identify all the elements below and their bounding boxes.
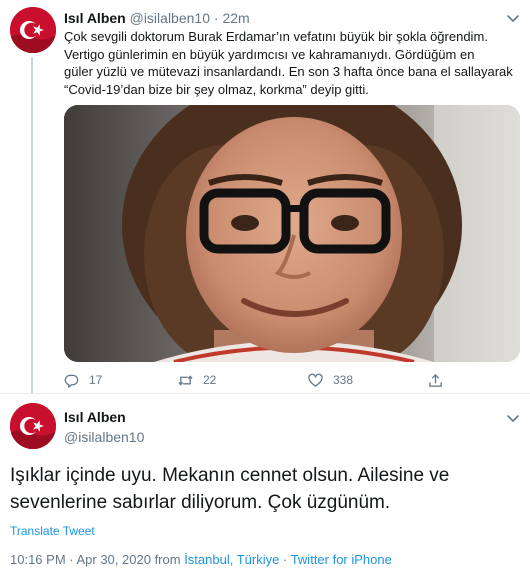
tweet-text-line: sevenlerine sabırlar diliyorum. Çok üzgü… [10,492,391,513]
chevron-down-icon[interactable] [506,11,520,25]
thread-line [31,57,33,393]
author-handle[interactable]: @isilalben10 [130,10,210,26]
reply-button[interactable]: 17 [64,371,102,389]
like-button[interactable]: 338 [308,371,353,389]
avatar[interactable] [10,7,56,53]
tweet-meta: 10:16 PM · Apr 30, 2020 from İstanbul, T… [10,551,392,568]
avatar[interactable] [10,403,56,449]
retweet-button[interactable]: 22 [178,371,216,389]
tweet-time[interactable]: 22m [222,10,249,26]
author-name[interactable]: Isıl Alben [64,10,126,26]
author-name[interactable]: Isıl Alben [64,408,126,427]
reply-icon [64,374,79,388]
chevron-down-icon[interactable] [506,411,520,425]
separator-dot: · [213,10,219,26]
tweet-text-line: güler yüzlü ve mütevazi insanlardandı. E… [64,64,513,79]
tweet-text: Çok sevgili doktorum Burak Erdamar’ın ve… [64,28,524,98]
tweet-actions: 17 22 338 [64,371,520,389]
author-handle[interactable]: @isilalben10 [64,428,144,447]
share-button[interactable] [428,371,453,389]
divider [0,393,530,394]
tweet-text-line: Vertigo günlerimin en büyük yardımcısı v… [64,46,475,62]
tweet-text-line: “Covid-19’dan bize bir şey olmaz, korkma… [64,81,369,97]
source-link[interactable]: Twitter for iPhone [291,552,392,567]
tweet-text-line: Işıklar içinde uyu. Mekanın cennet olsun… [10,465,450,486]
translate-tweet-link[interactable]: Translate Tweet [10,523,95,539]
location-link[interactable]: İstanbul, Türkiye [184,552,279,567]
tweet-text-line: Çok sevgili doktorum Burak Erdamar’ın ve… [64,29,488,44]
from-label: from [154,552,181,567]
like-count: 338 [333,373,354,387]
retweet-count: 22 [203,373,217,387]
tweet-text: Işıklar içinde uyu. Mekanın cennet olsun… [10,462,522,516]
reply-count: 17 [89,373,103,387]
separator-dot: · [282,552,288,567]
heart-icon [308,373,323,387]
tweet-photo[interactable] [64,105,520,362]
retweet-icon [178,374,193,386]
tweet-header: Isıl Alben @isilalben10 · 22m [64,9,250,28]
share-icon [429,373,442,387]
tweet-timestamp[interactable]: 10:16 PM · Apr 30, 2020 [10,552,151,567]
tweet-1: Isıl Alben @isilalben10 · 22m Çok sevgil… [0,0,530,393]
